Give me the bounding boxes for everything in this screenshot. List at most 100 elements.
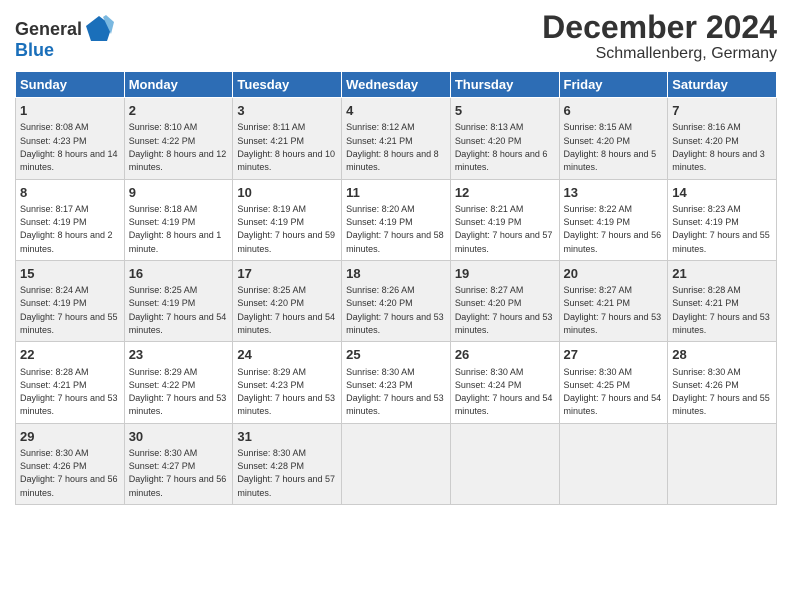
calendar-cell: 23 Sunrise: 8:29 AMSunset: 4:22 PMDaylig…	[124, 342, 233, 423]
calendar-cell: 3 Sunrise: 8:11 AMSunset: 4:21 PMDayligh…	[233, 98, 342, 179]
week-row-5: 29 Sunrise: 8:30 AMSunset: 4:26 PMDaylig…	[16, 423, 777, 504]
calendar-cell: 8 Sunrise: 8:17 AMSunset: 4:19 PMDayligh…	[16, 179, 125, 260]
cell-info: Sunrise: 8:18 AMSunset: 4:19 PMDaylight:…	[129, 204, 222, 254]
calendar-cell: 22 Sunrise: 8:28 AMSunset: 4:21 PMDaylig…	[16, 342, 125, 423]
calendar-cell: 9 Sunrise: 8:18 AMSunset: 4:19 PMDayligh…	[124, 179, 233, 260]
cell-info: Sunrise: 8:16 AMSunset: 4:20 PMDaylight:…	[672, 122, 765, 172]
cell-info: Sunrise: 8:15 AMSunset: 4:20 PMDaylight:…	[564, 122, 657, 172]
calendar-cell: 16 Sunrise: 8:25 AMSunset: 4:19 PMDaylig…	[124, 260, 233, 341]
cell-info: Sunrise: 8:27 AMSunset: 4:21 PMDaylight:…	[564, 285, 662, 335]
day-number: 24	[237, 346, 337, 364]
day-number: 29	[20, 428, 120, 446]
cell-info: Sunrise: 8:20 AMSunset: 4:19 PMDaylight:…	[346, 204, 444, 254]
day-number: 5	[455, 102, 555, 120]
day-number: 7	[672, 102, 772, 120]
calendar-cell: 25 Sunrise: 8:30 AMSunset: 4:23 PMDaylig…	[342, 342, 451, 423]
calendar-cell: 18 Sunrise: 8:26 AMSunset: 4:20 PMDaylig…	[342, 260, 451, 341]
day-number: 6	[564, 102, 664, 120]
day-number: 21	[672, 265, 772, 283]
page-subtitle: Schmallenberg, Germany	[542, 45, 777, 63]
calendar-cell: 26 Sunrise: 8:30 AMSunset: 4:24 PMDaylig…	[450, 342, 559, 423]
calendar-cell: 15 Sunrise: 8:24 AMSunset: 4:19 PMDaylig…	[16, 260, 125, 341]
cell-info: Sunrise: 8:22 AMSunset: 4:19 PMDaylight:…	[564, 204, 662, 254]
cell-info: Sunrise: 8:25 AMSunset: 4:19 PMDaylight:…	[129, 285, 227, 335]
calendar-table: Sunday Monday Tuesday Wednesday Thursday…	[15, 71, 777, 505]
col-monday: Monday	[124, 72, 233, 98]
week-row-3: 15 Sunrise: 8:24 AMSunset: 4:19 PMDaylig…	[16, 260, 777, 341]
logo-icon	[84, 14, 114, 44]
cell-info: Sunrise: 8:12 AMSunset: 4:21 PMDaylight:…	[346, 122, 439, 172]
day-number: 13	[564, 184, 664, 202]
cell-info: Sunrise: 8:21 AMSunset: 4:19 PMDaylight:…	[455, 204, 553, 254]
cell-info: Sunrise: 8:30 AMSunset: 4:23 PMDaylight:…	[346, 367, 444, 417]
calendar-cell	[559, 423, 668, 504]
calendar-body: 1 Sunrise: 8:08 AMSunset: 4:23 PMDayligh…	[16, 98, 777, 505]
day-number: 9	[129, 184, 229, 202]
calendar-cell: 7 Sunrise: 8:16 AMSunset: 4:20 PMDayligh…	[668, 98, 777, 179]
col-saturday: Saturday	[668, 72, 777, 98]
logo: General Blue	[15, 14, 114, 61]
cell-info: Sunrise: 8:28 AMSunset: 4:21 PMDaylight:…	[20, 367, 118, 417]
day-number: 2	[129, 102, 229, 120]
day-number: 11	[346, 184, 446, 202]
calendar-cell: 5 Sunrise: 8:13 AMSunset: 4:20 PMDayligh…	[450, 98, 559, 179]
day-number: 3	[237, 102, 337, 120]
cell-info: Sunrise: 8:23 AMSunset: 4:19 PMDaylight:…	[672, 204, 770, 254]
calendar-cell: 28 Sunrise: 8:30 AMSunset: 4:26 PMDaylig…	[668, 342, 777, 423]
day-number: 16	[129, 265, 229, 283]
day-number: 19	[455, 265, 555, 283]
cell-info: Sunrise: 8:13 AMSunset: 4:20 PMDaylight:…	[455, 122, 548, 172]
calendar-cell: 1 Sunrise: 8:08 AMSunset: 4:23 PMDayligh…	[16, 98, 125, 179]
calendar-cell: 13 Sunrise: 8:22 AMSunset: 4:19 PMDaylig…	[559, 179, 668, 260]
calendar-cell	[342, 423, 451, 504]
calendar-cell: 11 Sunrise: 8:20 AMSunset: 4:19 PMDaylig…	[342, 179, 451, 260]
calendar-cell: 30 Sunrise: 8:30 AMSunset: 4:27 PMDaylig…	[124, 423, 233, 504]
cell-info: Sunrise: 8:29 AMSunset: 4:23 PMDaylight:…	[237, 367, 335, 417]
page-title: December 2024	[542, 10, 777, 45]
calendar-cell: 21 Sunrise: 8:28 AMSunset: 4:21 PMDaylig…	[668, 260, 777, 341]
page-header: General Blue December 2024 Schmallenberg…	[15, 10, 777, 63]
col-wednesday: Wednesday	[342, 72, 451, 98]
calendar-cell: 20 Sunrise: 8:27 AMSunset: 4:21 PMDaylig…	[559, 260, 668, 341]
col-sunday: Sunday	[16, 72, 125, 98]
day-number: 18	[346, 265, 446, 283]
calendar-cell: 2 Sunrise: 8:10 AMSunset: 4:22 PMDayligh…	[124, 98, 233, 179]
cell-info: Sunrise: 8:10 AMSunset: 4:22 PMDaylight:…	[129, 122, 227, 172]
day-number: 26	[455, 346, 555, 364]
calendar-cell: 10 Sunrise: 8:19 AMSunset: 4:19 PMDaylig…	[233, 179, 342, 260]
cell-info: Sunrise: 8:17 AMSunset: 4:19 PMDaylight:…	[20, 204, 113, 254]
cell-info: Sunrise: 8:30 AMSunset: 4:27 PMDaylight:…	[129, 448, 227, 498]
day-number: 8	[20, 184, 120, 202]
calendar-cell: 27 Sunrise: 8:30 AMSunset: 4:25 PMDaylig…	[559, 342, 668, 423]
cell-info: Sunrise: 8:29 AMSunset: 4:22 PMDaylight:…	[129, 367, 227, 417]
calendar-cell: 14 Sunrise: 8:23 AMSunset: 4:19 PMDaylig…	[668, 179, 777, 260]
day-number: 20	[564, 265, 664, 283]
cell-info: Sunrise: 8:08 AMSunset: 4:23 PMDaylight:…	[20, 122, 118, 172]
cell-info: Sunrise: 8:30 AMSunset: 4:26 PMDaylight:…	[672, 367, 770, 417]
main-container: General Blue December 2024 Schmallenberg…	[0, 0, 792, 515]
cell-info: Sunrise: 8:26 AMSunset: 4:20 PMDaylight:…	[346, 285, 444, 335]
day-number: 1	[20, 102, 120, 120]
day-number: 10	[237, 184, 337, 202]
week-row-1: 1 Sunrise: 8:08 AMSunset: 4:23 PMDayligh…	[16, 98, 777, 179]
cell-info: Sunrise: 8:28 AMSunset: 4:21 PMDaylight:…	[672, 285, 770, 335]
day-number: 27	[564, 346, 664, 364]
calendar-cell	[450, 423, 559, 504]
cell-info: Sunrise: 8:30 AMSunset: 4:26 PMDaylight:…	[20, 448, 118, 498]
cell-info: Sunrise: 8:30 AMSunset: 4:25 PMDaylight:…	[564, 367, 662, 417]
day-number: 15	[20, 265, 120, 283]
day-number: 17	[237, 265, 337, 283]
calendar-cell: 31 Sunrise: 8:30 AMSunset: 4:28 PMDaylig…	[233, 423, 342, 504]
calendar-cell: 17 Sunrise: 8:25 AMSunset: 4:20 PMDaylig…	[233, 260, 342, 341]
day-number: 28	[672, 346, 772, 364]
cell-info: Sunrise: 8:27 AMSunset: 4:20 PMDaylight:…	[455, 285, 553, 335]
week-row-4: 22 Sunrise: 8:28 AMSunset: 4:21 PMDaylig…	[16, 342, 777, 423]
calendar-cell: 29 Sunrise: 8:30 AMSunset: 4:26 PMDaylig…	[16, 423, 125, 504]
title-block: December 2024 Schmallenberg, Germany	[542, 10, 777, 63]
day-number: 31	[237, 428, 337, 446]
day-number: 30	[129, 428, 229, 446]
day-number: 14	[672, 184, 772, 202]
day-number: 23	[129, 346, 229, 364]
calendar-cell	[668, 423, 777, 504]
calendar-cell: 6 Sunrise: 8:15 AMSunset: 4:20 PMDayligh…	[559, 98, 668, 179]
